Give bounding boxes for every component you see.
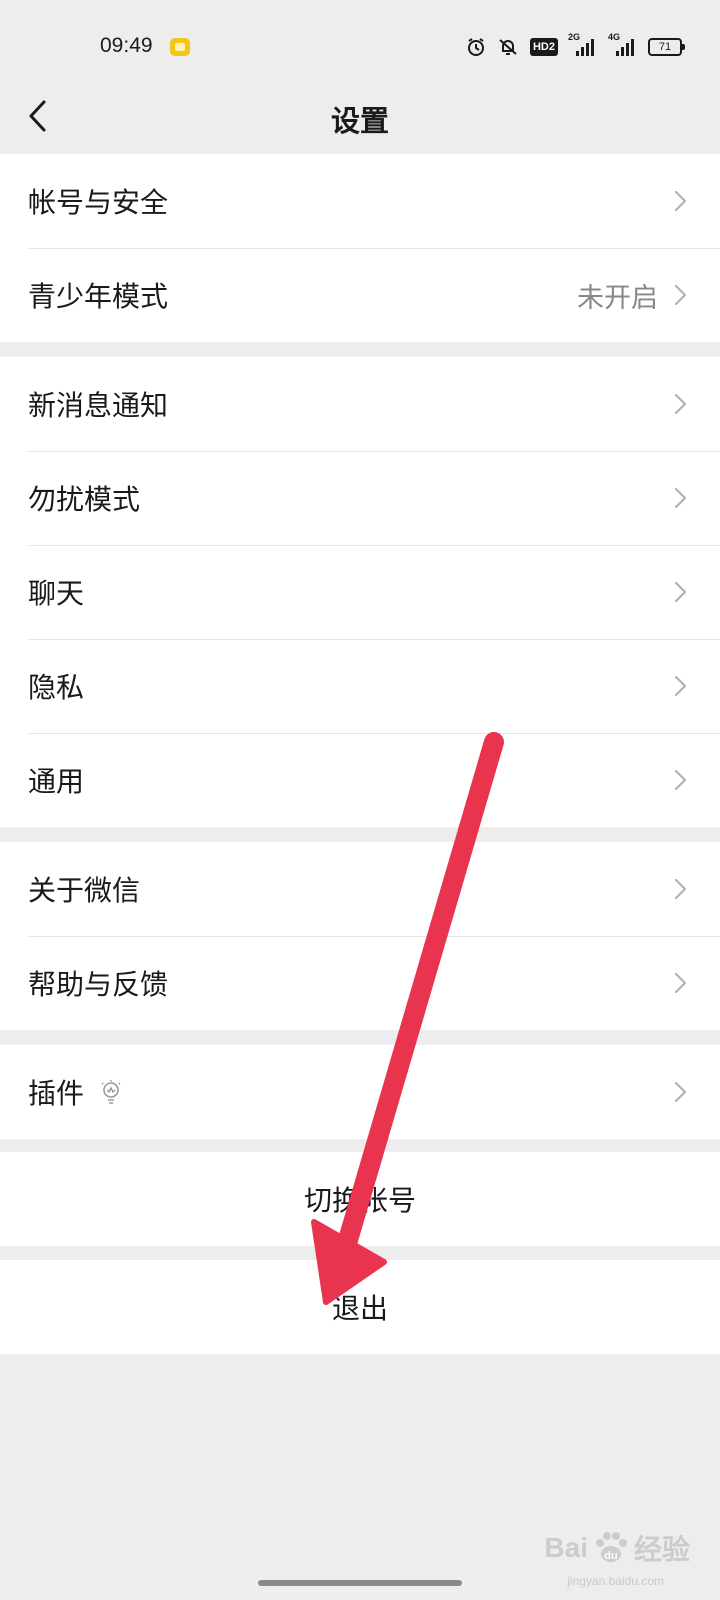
settings-group-notifications: 新消息通知 勿扰模式 聊天 隐私 通用: [0, 357, 720, 827]
privacy-item[interactable]: 隐私: [0, 639, 720, 733]
status-icons: HD2 2G 4G 71: [466, 32, 685, 60]
chevron-right-icon: [674, 878, 687, 900]
chevron-right-icon: [674, 1081, 687, 1103]
chevron-right-icon: [674, 581, 687, 603]
svg-text:du: du: [604, 1550, 617, 1562]
account-security-label: 帐号与安全: [28, 186, 169, 219]
chat-label: 聊天: [28, 577, 85, 610]
logout-button[interactable]: 退出: [0, 1260, 720, 1354]
page-title: 设置: [330, 104, 389, 138]
baidu-paw-icon: du: [595, 1532, 627, 1562]
about-wechat-item[interactable]: 关于微信: [0, 842, 720, 936]
help-feedback-label: 帮助与反馈: [28, 968, 169, 1001]
new-message-notification-item[interactable]: 新消息通知: [0, 357, 720, 451]
settings-group-about: 关于微信 帮助与反馈: [0, 842, 720, 1030]
hd-voice-icon: HD2: [529, 38, 558, 56]
alarm-icon: [467, 38, 484, 56]
general-label: 通用: [28, 765, 85, 798]
watermark-url: jingyan.baidu.com: [567, 1574, 664, 1588]
help-feedback-item[interactable]: 帮助与反馈: [0, 936, 720, 1030]
baidu-jingyan-watermark: Bai du 经验: [544, 1528, 690, 1568]
chevron-right-icon: [674, 190, 687, 212]
teen-mode-label: 青少年模式: [28, 280, 169, 313]
new-message-label: 新消息通知: [28, 389, 169, 422]
settings-group-account: 帐号与安全 青少年模式 未开启: [0, 154, 720, 342]
switch-account-label: 切换帐号: [303, 1184, 416, 1217]
signal-4g-icon: 4G: [608, 32, 638, 58]
about-wechat-label: 关于微信: [28, 874, 141, 907]
chevron-right-icon: [674, 487, 687, 509]
status-bar: 09:49 HD2 2G 4G 71: [0, 0, 720, 90]
chevron-right-icon: [674, 769, 687, 791]
chevron-right-icon: [674, 393, 687, 415]
switch-account-button[interactable]: 切换帐号: [0, 1152, 720, 1246]
chevron-right-icon: [674, 284, 687, 306]
status-time: 09:49: [100, 34, 153, 57]
home-indicator[interactable]: [258, 1580, 462, 1586]
dnd-mode-item[interactable]: 勿扰模式: [0, 451, 720, 545]
battery-icon: 71: [648, 38, 685, 56]
settings-group-plugins: 插件: [0, 1045, 720, 1139]
chat-item[interactable]: 聊天: [0, 545, 720, 639]
plugins-item[interactable]: 插件: [0, 1045, 720, 1139]
plugins-label: 插件: [28, 1077, 85, 1110]
teen-mode-item[interactable]: 青少年模式 未开启: [0, 248, 720, 342]
notification-app-icon: [170, 38, 190, 56]
privacy-label: 隐私: [28, 671, 85, 704]
lightbulb-icon: [101, 1080, 121, 1104]
watermark-brand-tail: 经验: [633, 1534, 690, 1565]
dnd-mode-label: 勿扰模式: [28, 483, 141, 516]
signal-2g-icon: 2G: [568, 32, 598, 58]
watermark-brand: Bai: [544, 1532, 588, 1563]
chevron-right-icon: [674, 972, 687, 994]
chevron-right-icon: [674, 675, 687, 697]
mute-bell-icon: [499, 39, 517, 55]
navigation-bar: 设置: [0, 80, 720, 152]
teen-mode-status: 未开启: [577, 282, 658, 314]
logout-label: 退出: [331, 1292, 388, 1325]
general-item[interactable]: 通用: [0, 733, 720, 827]
account-security-item[interactable]: 帐号与安全: [0, 154, 720, 248]
